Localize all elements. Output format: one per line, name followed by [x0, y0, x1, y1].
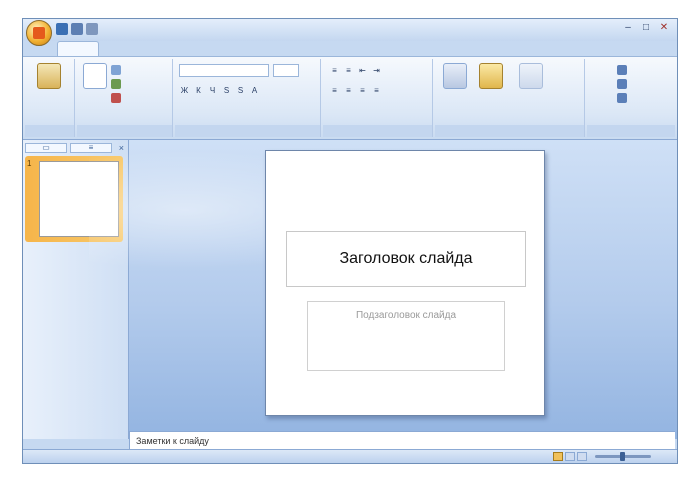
slideshow-view-icon[interactable]: [577, 452, 587, 461]
title-bar: – □ ✕: [23, 19, 677, 46]
ribbon-tabs: [57, 41, 677, 57]
reset-button[interactable]: [111, 79, 121, 89]
quick-access-toolbar: [56, 23, 98, 37]
group-drawing: [435, 59, 585, 137]
close-icon[interactable]: ✕: [657, 22, 671, 34]
office-logo-icon: [33, 27, 45, 39]
notes-pane[interactable]: Заметки к слайду: [129, 431, 675, 451]
group-font: Ж К Ч S S A: [175, 59, 321, 137]
bullets-icon[interactable]: ≡: [329, 65, 340, 76]
font-color-icon[interactable]: A: [249, 85, 260, 96]
align-right-icon[interactable]: ≡: [357, 85, 368, 96]
group-label-editing: [587, 125, 675, 137]
group-slides: [77, 59, 173, 137]
powerpoint-window: – □ ✕ Ж К Ч S S A ≡ ≡ ⇤ ⇥ ≡ ≡ ≡ ≡ ▭ ≡ × …: [22, 18, 678, 464]
new-slide-icon: [83, 63, 107, 89]
new-slide-button[interactable]: [83, 63, 107, 89]
align-buttons: ≡ ≡ ≡ ≡: [329, 85, 382, 96]
undo-icon[interactable]: [71, 23, 83, 35]
zoom-slider-handle[interactable]: [620, 452, 625, 461]
delete-button[interactable]: [111, 93, 121, 103]
find-icon: [617, 65, 627, 75]
tab-animations[interactable]: [183, 41, 227, 56]
save-icon[interactable]: [56, 23, 68, 35]
group-label-slides: [77, 125, 172, 137]
find-button[interactable]: [617, 65, 627, 75]
view-buttons: [553, 452, 587, 461]
delete-icon: [111, 93, 121, 103]
layout-button[interactable]: [111, 65, 121, 75]
group-editing: [587, 59, 675, 137]
justify-icon[interactable]: ≡: [371, 85, 382, 96]
group-label-font: [175, 125, 320, 137]
group-clipboard: [25, 59, 75, 137]
office-button[interactable]: [26, 20, 52, 46]
bold-icon[interactable]: Ж: [179, 85, 190, 96]
slide-thumbnail-number: 1: [27, 159, 32, 168]
arrange-icon: [479, 63, 503, 89]
slide-sorter-view-icon[interactable]: [565, 452, 575, 461]
align-center-icon[interactable]: ≡: [343, 85, 354, 96]
list-buttons: ≡ ≡ ⇤ ⇥: [329, 65, 382, 76]
paste-icon: [37, 63, 61, 89]
reset-icon: [111, 79, 121, 89]
slide-editing-area: Заголовок слайда Подзаголовок слайда: [89, 140, 677, 439]
quick-styles-icon: [519, 63, 543, 89]
group-paragraph: ≡ ≡ ⇤ ⇥ ≡ ≡ ≡ ≡: [323, 59, 433, 137]
numbering-icon[interactable]: ≡: [343, 65, 354, 76]
maximize-icon[interactable]: □: [639, 22, 653, 34]
replace-button[interactable]: [617, 79, 627, 89]
tab-design[interactable]: [143, 41, 179, 56]
decrease-indent-icon[interactable]: ⇤: [357, 65, 368, 76]
group-label-paragraph: [323, 125, 432, 137]
current-slide[interactable]: Заголовок слайда Подзаголовок слайда: [265, 150, 545, 416]
shapes-icon: [443, 63, 467, 89]
slides-tab-icon: ▭: [42, 143, 50, 152]
redo-icon[interactable]: [86, 23, 98, 35]
tab-review[interactable]: [287, 41, 341, 56]
font-format-buttons: Ж К Ч S S A: [179, 85, 260, 96]
font-size-combo[interactable]: [273, 64, 299, 77]
strikethrough-icon[interactable]: S: [221, 85, 232, 96]
ribbon: Ж К Ч S S A ≡ ≡ ⇤ ⇥ ≡ ≡ ≡ ≡: [23, 56, 677, 140]
window-controls: – □ ✕: [621, 22, 671, 34]
paste-button[interactable]: [37, 63, 61, 89]
normal-view-icon[interactable]: [553, 452, 563, 461]
underline-icon[interactable]: Ч: [207, 85, 218, 96]
replace-icon: [617, 79, 627, 89]
arrange-button[interactable]: [479, 63, 503, 89]
minimize-icon[interactable]: –: [621, 22, 635, 34]
tab-slides-view[interactable]: ▭: [25, 143, 67, 153]
group-label-drawing: [435, 125, 584, 137]
status-bar: [23, 449, 677, 463]
select-icon: [617, 93, 627, 103]
align-left-icon[interactable]: ≡: [329, 85, 340, 96]
shapes-button[interactable]: [443, 63, 467, 89]
tab-slideshow[interactable]: [231, 41, 283, 56]
increase-indent-icon[interactable]: ⇥: [371, 65, 382, 76]
tab-view[interactable]: [345, 41, 371, 56]
layout-icon: [111, 65, 121, 75]
title-placeholder[interactable]: Заголовок слайда: [286, 231, 526, 287]
group-label-clipboard: [25, 125, 74, 137]
tab-insert[interactable]: [103, 41, 139, 56]
quick-styles-button[interactable]: [519, 63, 543, 89]
shadow-icon[interactable]: S: [235, 85, 246, 96]
tab-home[interactable]: [57, 41, 99, 57]
subtitle-placeholder[interactable]: Подзаголовок слайда: [307, 301, 505, 371]
italic-icon[interactable]: К: [193, 85, 204, 96]
select-button[interactable]: [617, 93, 627, 103]
font-name-combo[interactable]: [179, 64, 269, 77]
